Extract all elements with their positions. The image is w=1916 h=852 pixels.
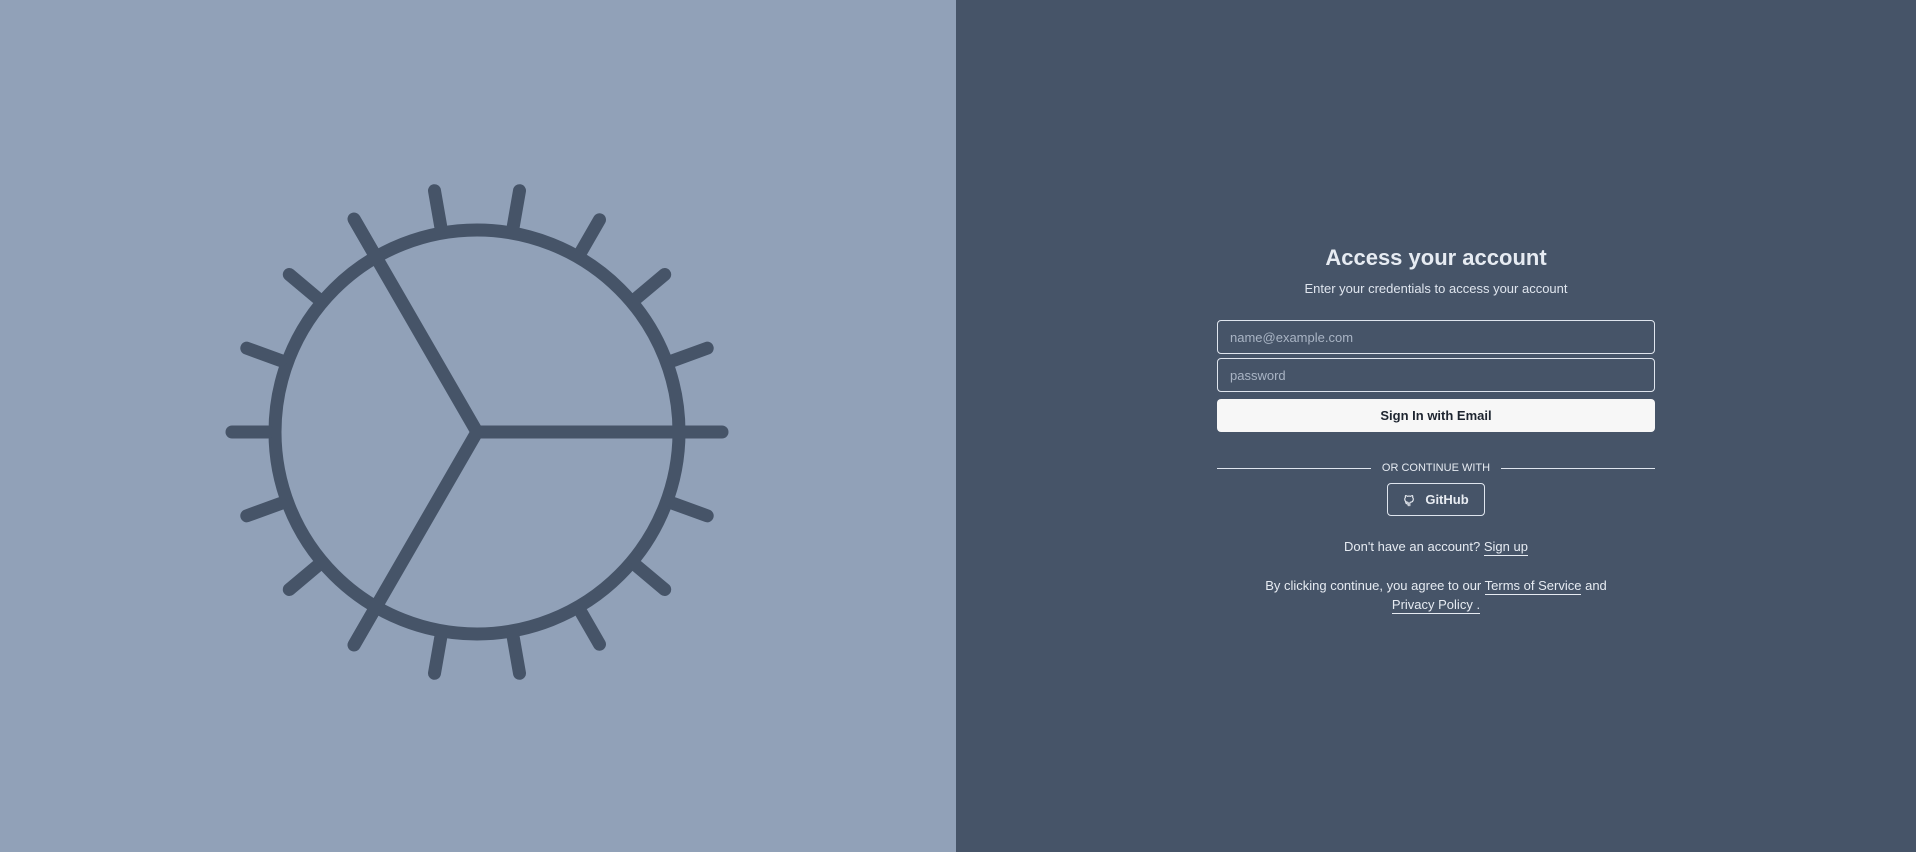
logo-ray: [666, 341, 714, 367]
divider-line-right: [1501, 468, 1655, 469]
auth-panel: Access your account Enter your credentia…: [956, 0, 1916, 852]
sign-up-link[interactable]: Sign up: [1483, 539, 1528, 556]
logo-ray: [240, 497, 288, 523]
terms-suffix-text: .: [1476, 597, 1481, 612]
page-title: Access your account: [1325, 245, 1547, 270]
logo-ray: [575, 606, 606, 651]
github-button[interactable]: GitHub: [1387, 483, 1485, 516]
logo-ray: [506, 184, 526, 233]
sun-wheel-logo-icon: [225, 184, 729, 680]
signup-prompt: Don't have an account? Sign up: [1217, 539, 1655, 556]
email-field[interactable]: [1217, 320, 1655, 354]
sign-in-email-button[interactable]: Sign In with Email: [1217, 399, 1655, 432]
terms-of-service-link[interactable]: Terms of Service: [1484, 578, 1582, 595]
page-subtitle: Enter your credentials to access your ac…: [1304, 281, 1568, 296]
logo-ray: [630, 559, 672, 596]
privacy-policy-link[interactable]: Privacy Policy .: [1391, 597, 1481, 614]
terms-prefix-text: By clicking continue, you agree to our: [1265, 578, 1482, 593]
logo-ray: [428, 631, 448, 680]
github-icon: [1404, 494, 1415, 506]
logo-ray: [282, 559, 324, 596]
brand-panel: [0, 0, 956, 852]
logo-ray: [348, 606, 379, 651]
logo-ray: [348, 213, 379, 258]
terms-notice: By clicking continue, you agree to our T…: [1217, 576, 1655, 614]
login-form: Access your account Enter your credentia…: [1217, 240, 1655, 614]
logo-ray: [666, 497, 714, 523]
logo-ray: [240, 341, 288, 367]
logo-ray: [506, 631, 526, 680]
logo-ray: [630, 268, 672, 305]
signup-prompt-text: Don't have an account?: [1344, 539, 1481, 554]
login-page: Access your account Enter your credentia…: [0, 0, 1916, 852]
logo-ray: [428, 184, 448, 233]
password-field[interactable]: [1217, 358, 1655, 392]
logo-ray: [575, 213, 606, 258]
or-divider: OR CONTINUE WITH: [1217, 462, 1655, 474]
github-button-label: GitHub: [1425, 492, 1469, 507]
terms-and-text: and: [1585, 578, 1607, 593]
privacy-policy-label: Privacy Policy: [1391, 597, 1473, 612]
logo-ray: [282, 268, 324, 305]
